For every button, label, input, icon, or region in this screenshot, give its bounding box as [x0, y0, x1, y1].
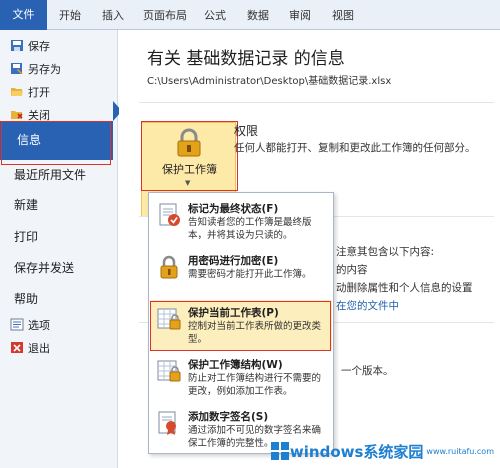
- inspect-text: 注意其包含以下内容:: [336, 246, 435, 258]
- watermark-title: windows系统家园: [289, 442, 424, 461]
- mark-final-icon: [159, 203, 180, 226]
- sidebar-item-save-send[interactable]: 保存并发送: [14, 257, 74, 279]
- watermark-logo: windows系统家园 www.ruitafu.com: [270, 438, 494, 464]
- permissions-heading: 权限: [234, 124, 259, 138]
- menu-item-desc: 需要密码才能打开此工作簿。: [188, 269, 312, 280]
- watermark-site: www.ruitafu.com: [426, 446, 494, 456]
- sidebar-item-label: 另存为: [28, 63, 61, 76]
- exit-icon: [11, 342, 23, 353]
- sidebar-item-label: 打开: [28, 86, 50, 99]
- versions-text: 一个版本。: [341, 365, 394, 377]
- sidebar-item-exit[interactable]: 退出: [10, 340, 50, 358]
- sidebar-item-new[interactable]: 新建: [14, 194, 38, 216]
- save-as-icon: [11, 63, 23, 74]
- sidebar-item-recent[interactable]: 最近所用文件: [14, 164, 86, 186]
- tab-formulas[interactable]: 公式: [200, 6, 230, 26]
- sidebar-item-label: 保存: [28, 40, 50, 53]
- inspect-text: 的内容: [336, 264, 368, 276]
- backstage-sidebar: 保存 另存为 打开 关闭 信息 最近所用文件 新建 打印 保存并发送 帮助 选项…: [0, 30, 118, 468]
- sidebar-item-options[interactable]: 选项: [10, 317, 50, 335]
- sidebar-item-save[interactable]: 保存: [10, 38, 50, 56]
- tab-home[interactable]: 开始: [55, 6, 85, 26]
- divider: [139, 102, 494, 103]
- sidebar-item-print[interactable]: 打印: [14, 226, 38, 248]
- inspect-link[interactable]: 在您的文件中: [336, 298, 399, 313]
- file-path: C:\Users\Administrator\Desktop\基础数据记录.xl…: [147, 76, 392, 87]
- tab-review[interactable]: 审阅: [285, 6, 315, 26]
- menu-item-desc: 告知读者您的工作簿是最终版本，并将其设为只读的。: [188, 217, 312, 241]
- options-icon: [10, 318, 24, 331]
- tab-view[interactable]: 视图: [328, 6, 358, 26]
- annotation-box-info: [1, 121, 111, 165]
- menu-item-desc: 防止对工作簿结构进行不需要的更改，例如添加工作表。: [188, 373, 322, 397]
- permissions-description: 任何人都能打开、复制和更改此工作簿的任何部分。: [234, 142, 476, 154]
- menu-item-title: 用密码进行加密(E): [188, 255, 279, 267]
- tab-data[interactable]: 数据: [243, 6, 273, 26]
- menu-item-title: 添加数字签名(S): [188, 411, 269, 423]
- sidebar-item-label: 选项: [28, 319, 50, 332]
- key-lock-icon: [160, 255, 178, 279]
- windows-logo-icon: [270, 442, 289, 460]
- annotation-box-protect: [141, 121, 238, 191]
- sidebar-item-label: 退出: [28, 342, 50, 355]
- save-icon: [11, 40, 23, 51]
- menu-item-title: 保护工作簿结构(W): [188, 359, 283, 371]
- annotation-box-protect-sheet: [150, 301, 331, 351]
- tab-page-layout[interactable]: 页面布局: [139, 6, 191, 26]
- close-file-icon: [11, 111, 23, 119]
- sidebar-item-save-as[interactable]: 另存为: [10, 61, 61, 79]
- menu-item-title: 标记为最终状态(F): [188, 203, 279, 215]
- menu-item-mark-final[interactable]: 标记为最终状态(F) 告知读者您的工作簿是最终版本，并将其设为只读的。: [150, 196, 332, 246]
- menu-item-encrypt[interactable]: 用密码进行加密(E) 需要密码才能打开此工作簿。: [150, 248, 332, 298]
- sidebar-item-open[interactable]: 打开: [10, 84, 50, 102]
- tab-insert[interactable]: 插入: [98, 6, 128, 26]
- menu-item-protect-structure[interactable]: 保护工作簿结构(W) 防止对工作簿结构进行不需要的更改，例如添加工作表。: [150, 352, 332, 402]
- protect-structure-icon: [157, 360, 181, 382]
- inspect-text: 动删除属性和个人信息的设置: [336, 282, 473, 294]
- page-title: 有关 基础数据记录 的信息: [147, 49, 345, 69]
- ribbon-tab-bar: 文件 开始 插入 页面布局 公式 数据 审阅 视图: [0, 0, 500, 30]
- folder-open-icon: [11, 88, 23, 96]
- sidebar-item-help[interactable]: 帮助: [14, 288, 38, 310]
- signature-icon: [158, 411, 176, 435]
- tab-file[interactable]: 文件: [0, 0, 47, 30]
